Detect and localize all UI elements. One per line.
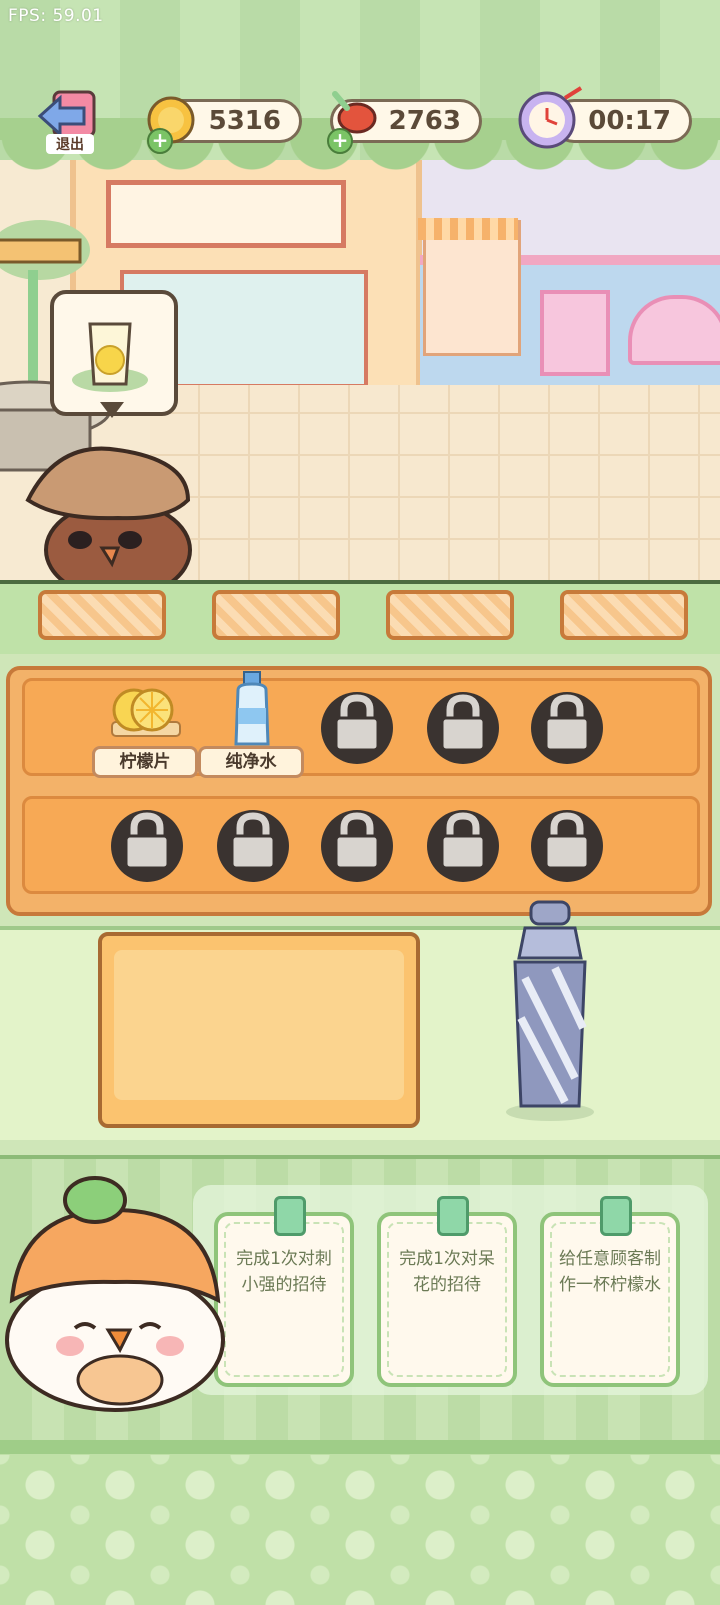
cocktail-shaker-icon[interactable] (495, 898, 605, 1123)
floor-edge (0, 1440, 720, 1454)
pavement (150, 385, 720, 580)
meat-count: 2763 (388, 106, 461, 136)
exit-button[interactable]: 退出 (36, 86, 102, 160)
task-card[interactable]: 给任意顾客制作一杯柠檬水 (540, 1196, 680, 1387)
lock-icon[interactable] (318, 804, 396, 882)
cutting-board-surface (114, 950, 404, 1100)
ingredient-lemon-slices[interactable] (104, 680, 188, 748)
coin-count: 5316 (208, 106, 281, 136)
lock-icon[interactable] (424, 804, 502, 882)
cutting-board[interactable] (98, 932, 420, 1128)
ingredient-label: 纯净水 (198, 746, 304, 778)
tower-roof (418, 218, 518, 240)
tower-building (423, 220, 521, 356)
lock-icon[interactable] (108, 804, 186, 882)
clip-icon (600, 1196, 632, 1236)
clip-icon (274, 1196, 306, 1236)
ingredient-water[interactable] (224, 670, 280, 750)
meat-counter: + 2763 (327, 91, 482, 154)
lemonade-glass-icon (72, 322, 148, 392)
lock-icon[interactable] (528, 804, 606, 882)
order-bubble (50, 290, 178, 416)
water-bottle-icon (234, 671, 270, 746)
exit-label: 退出 (46, 134, 94, 154)
lemon-slices-icon (111, 688, 181, 737)
clip-icon (437, 1196, 469, 1236)
clock-icon (518, 86, 583, 149)
task-text: 给任意顾客制作一杯柠檬水 (559, 1249, 661, 1295)
lock-icon[interactable] (318, 686, 396, 764)
add-meat-button[interactable]: + (327, 128, 353, 154)
serving-tray[interactable] (212, 590, 340, 640)
task-text: 完成1次对刺小强的招待 (236, 1249, 332, 1295)
pink-window (540, 290, 610, 376)
serving-tray[interactable] (386, 590, 514, 640)
lock-icon[interactable] (528, 686, 606, 764)
timer-value: 00:17 (588, 106, 671, 136)
chef-chicken-character[interactable] (0, 1170, 235, 1415)
lock-icon[interactable] (214, 804, 292, 882)
task-card[interactable]: 完成1次对呆花的招待 (377, 1196, 517, 1387)
serving-tray[interactable] (38, 590, 166, 640)
customer-character[interactable] (18, 430, 198, 580)
timer-display: 00:17 (518, 86, 692, 149)
bubble-tail (100, 402, 124, 418)
task-text: 完成1次对呆花的招待 (399, 1249, 495, 1295)
coin-counter: + 5316 (147, 96, 302, 154)
add-coins-button[interactable]: + (147, 128, 173, 154)
serving-tray[interactable] (560, 590, 688, 640)
lock-icon[interactable] (424, 686, 502, 764)
ingredient-label: 柠檬片 (92, 746, 198, 778)
floor-pattern (0, 1455, 720, 1605)
task-card[interactable]: 完成1次对刺小强的招待 (214, 1196, 354, 1387)
shop-window (106, 180, 346, 248)
fps-counter: FPS: 59.01 (8, 6, 104, 26)
